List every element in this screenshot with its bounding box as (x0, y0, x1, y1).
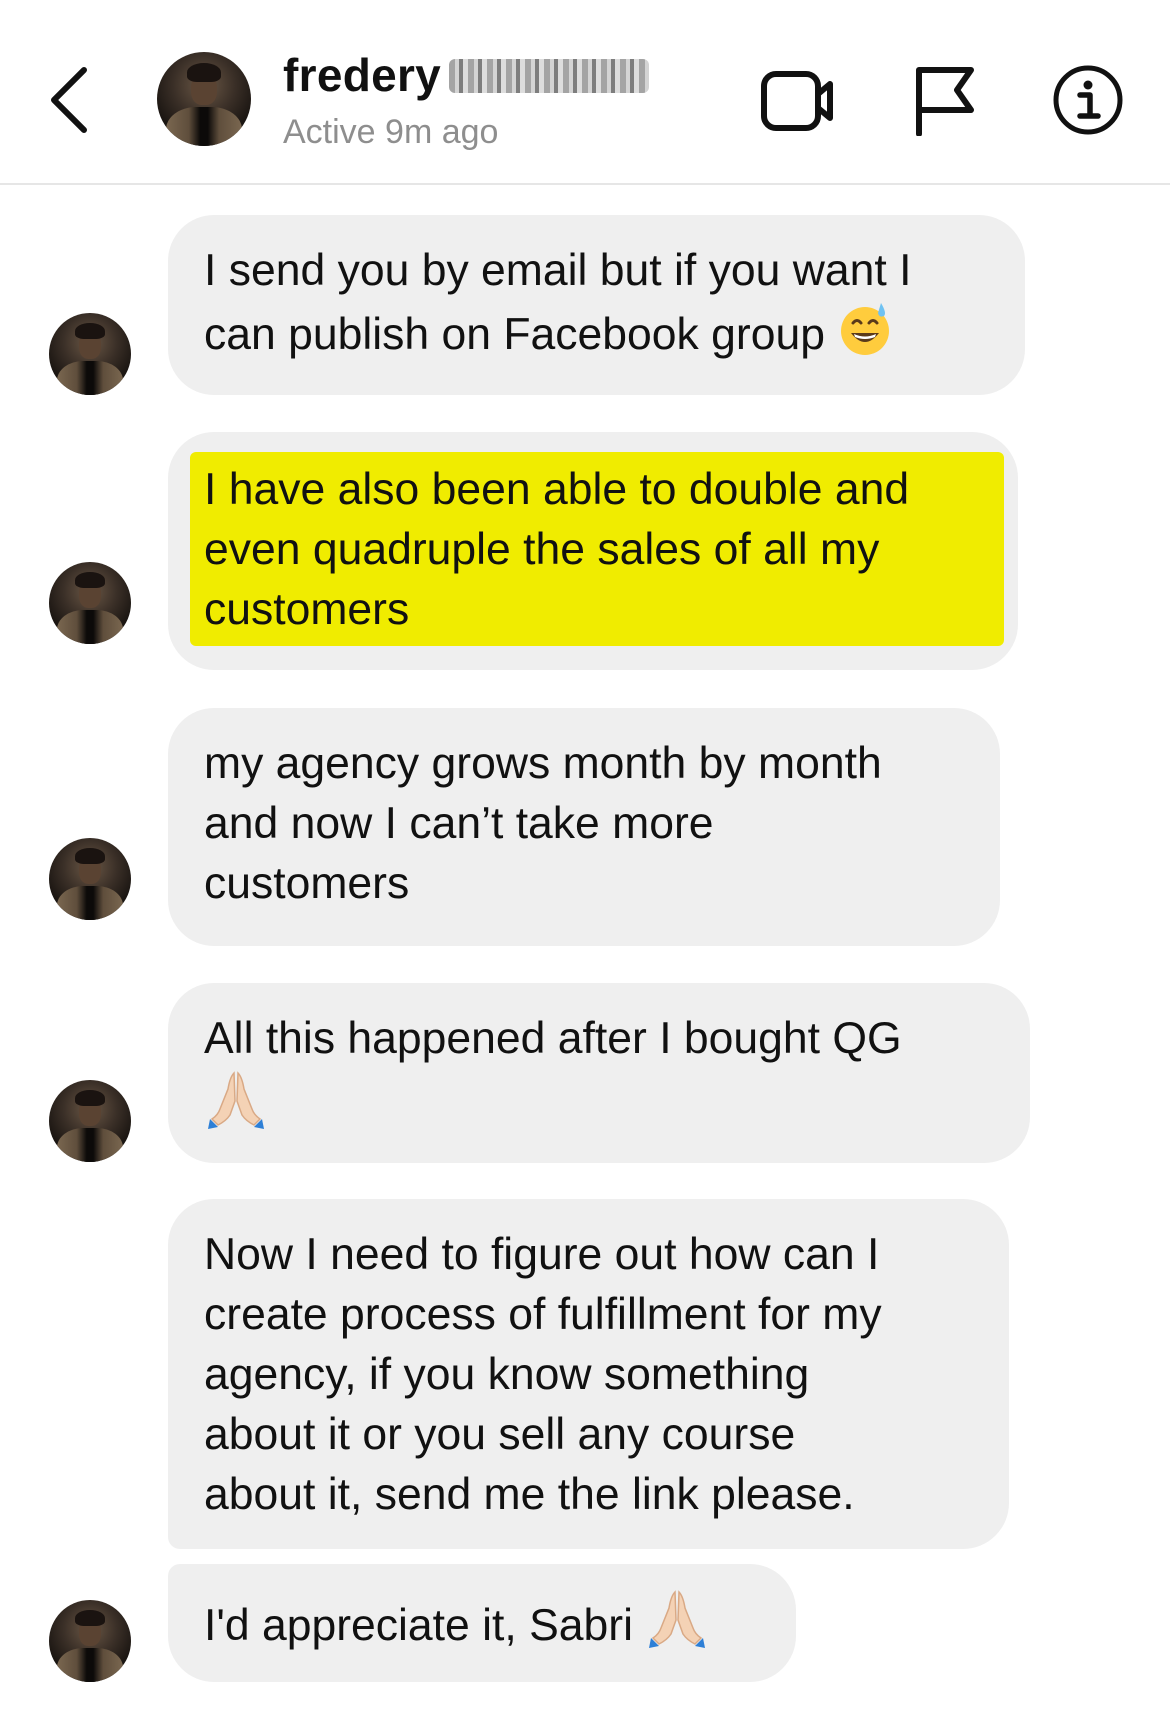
message-line: about it, send me the link please. (204, 1470, 855, 1519)
folded-hands-icon (649, 1590, 706, 1648)
message-line: Now I need to figure out how can I (204, 1230, 880, 1279)
chevron-left-icon[interactable] (40, 60, 104, 140)
username[interactable]: fredery (283, 48, 650, 102)
username-visible: fredery (283, 49, 442, 101)
message-line: customers (204, 859, 410, 908)
message-bubble[interactable]: All this happened after I bought QG (168, 983, 1030, 1163)
message-line: create process of fulfillment for my (204, 1290, 882, 1339)
avatar[interactable] (49, 838, 131, 920)
active-status: Active 9m ago (283, 113, 499, 151)
message-line: can publish on Facebook group (204, 301, 989, 365)
message-bubble[interactable]: my agency grows month by month and now I… (168, 708, 1000, 946)
highlighted-text: I have also been able to double and even… (190, 452, 1004, 646)
message-line: I send you by email but if you want I (204, 246, 912, 295)
avatar[interactable] (157, 52, 251, 146)
message-line: agency, if you know something (204, 1350, 810, 1399)
avatar[interactable] (49, 1080, 131, 1162)
message-line-text: I'd appreciate it, Sabri (204, 1601, 634, 1650)
message-line: I have also been able to double and (204, 465, 910, 514)
message-line: I'd appreciate it, Sabri (204, 1588, 760, 1656)
message-line: my agency grows month by month (204, 739, 882, 788)
message-line-text: can publish on Facebook group (204, 310, 825, 359)
flag-icon[interactable] (913, 64, 977, 136)
message-bubble[interactable]: I send you by email but if you want I ca… (168, 215, 1025, 395)
message-line: customers (204, 585, 410, 634)
message-bubble[interactable]: I'd appreciate it, Sabri (168, 1564, 796, 1682)
avatar[interactable] (49, 562, 131, 644)
info-icon[interactable] (1052, 64, 1124, 136)
message-line: All this happened after I bought QG (204, 1014, 902, 1063)
message-line: about it or you sell any course (204, 1410, 796, 1459)
message-line (204, 1069, 994, 1137)
video-camera-icon[interactable] (760, 68, 836, 134)
message-thread[interactable]: I send you by email but if you want I ca… (0, 185, 1170, 1728)
avatar[interactable] (49, 313, 131, 395)
message-bubble[interactable]: I have also been able to double and even… (168, 432, 1018, 670)
chat-header: fredery Active 9m ago (0, 0, 1170, 185)
grinning-face-with-sweat-icon (840, 303, 889, 355)
message-line: even quadruple the sales of all my (204, 525, 880, 574)
message-bubble[interactable]: Now I need to figure out how can I creat… (168, 1199, 1009, 1549)
username-redacted (449, 59, 650, 93)
folded-hands-icon (208, 1071, 264, 1129)
message-line: and now I can’t take more (204, 799, 714, 848)
avatar[interactable] (49, 1600, 131, 1682)
